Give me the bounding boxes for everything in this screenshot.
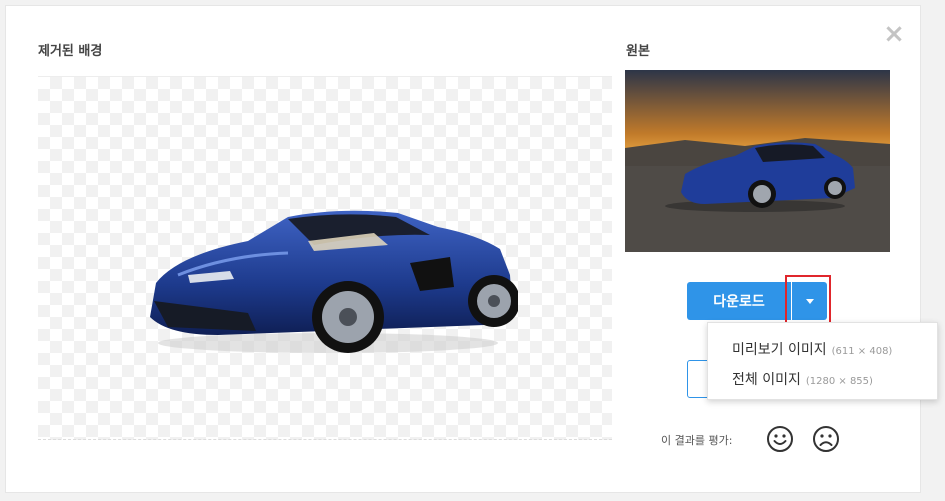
menu-item-full-image[interactable]: 전체 이미지 (1280 × 855) (732, 369, 873, 393)
removed-background-preview (38, 76, 612, 440)
menu-item-label: 미리보기 이미지 (732, 342, 827, 358)
menu-item-size: (611 × 408) (831, 346, 893, 357)
original-label: 원본 (626, 44, 650, 59)
removed-background-label: 제거된 배경 (38, 44, 103, 59)
smile-face-icon[interactable] (766, 425, 794, 453)
menu-item-preview-image[interactable]: 미리보기 이미지 (611 × 408) (732, 339, 892, 363)
sad-face-icon[interactable] (812, 425, 840, 453)
download-button[interactable]: 다운로드 (687, 282, 791, 320)
original-image (625, 70, 890, 252)
download-options-menu: 미리보기 이미지 (611 × 408) 전체 이미지 (1280 × 855) (707, 322, 938, 400)
car-cutout-image (150, 210, 518, 353)
close-icon[interactable]: × (882, 21, 906, 47)
dropdown-highlight-box (785, 275, 831, 325)
menu-item-size: (1280 × 855) (805, 376, 873, 387)
menu-item-label: 전체 이미지 (732, 372, 801, 388)
rating-label: 이 결과를 평가: (661, 434, 733, 447)
